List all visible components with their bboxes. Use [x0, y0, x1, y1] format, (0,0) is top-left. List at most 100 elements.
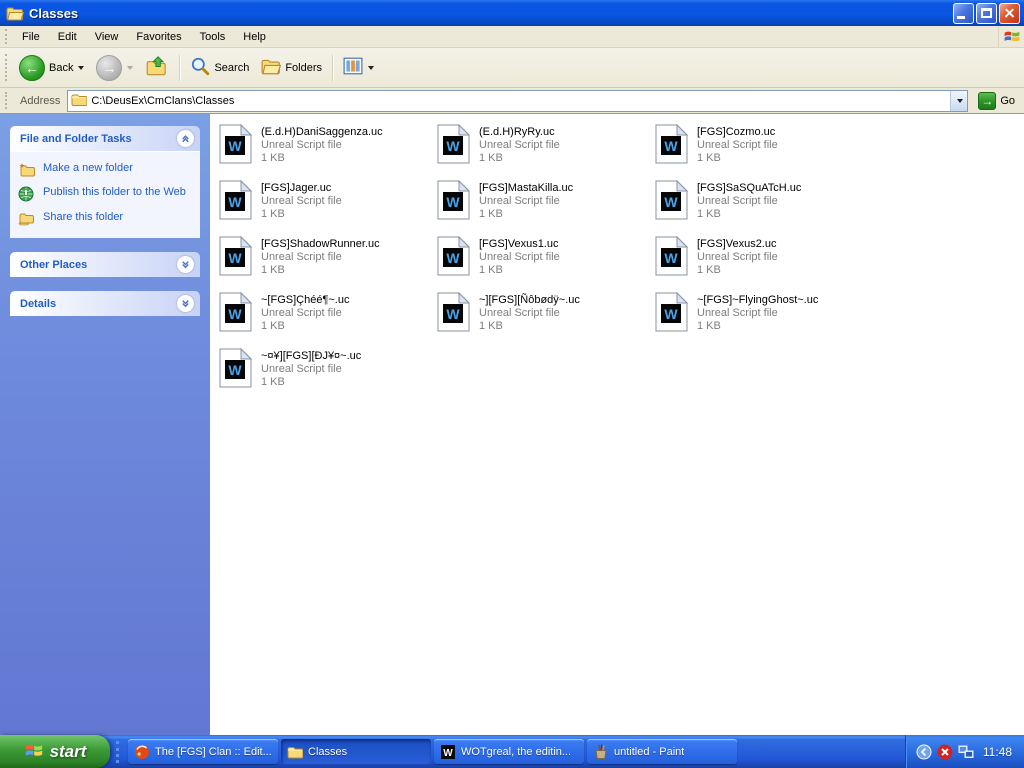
addressbar-drag-handle[interactable]: [5, 92, 10, 110]
folders-icon: [261, 58, 281, 78]
views-dropdown-icon: [368, 66, 374, 70]
chevron-down-icon[interactable]: [177, 256, 194, 273]
forward-button[interactable]: →: [90, 52, 139, 84]
views-icon: [343, 57, 363, 78]
menu-tools[interactable]: Tools: [191, 28, 235, 46]
panel-header-other-places[interactable]: Other Places: [10, 252, 200, 277]
menubar-drag-handle[interactable]: [5, 29, 10, 44]
menu-favorites[interactable]: Favorites: [127, 28, 190, 46]
file-item[interactable]: W ~[FGS]Çhéé¶~.ucUnreal Script file1 KB: [218, 290, 436, 346]
address-input[interactable]: C:\DeusEx\CmClans\Classes: [67, 90, 968, 112]
file-name: [FGS]Cozmo.uc: [697, 126, 778, 139]
unreal-script-file-icon: W: [654, 236, 688, 276]
file-type: Unreal Script file: [697, 139, 778, 152]
file-size: 1 KB: [479, 152, 560, 165]
task-buttons: The [FGS] Clan :: Edit... Classes W WOTg…: [128, 739, 901, 764]
file-item[interactable]: W [FGS]Vexus1.ucUnreal Script file1 KB: [436, 234, 654, 290]
maximize-icon: [981, 8, 992, 18]
taskbar-item-browser[interactable]: The [FGS] Clan :: Edit...: [128, 739, 278, 764]
tray-network-icon[interactable]: [958, 744, 974, 760]
file-name: (E.d.H)RyRy.uc: [479, 126, 560, 139]
taskbar: start The [FGS] Clan :: Edit... Classes …: [0, 735, 1024, 768]
menu-help[interactable]: Help: [234, 28, 275, 46]
explorer-window: Classes File Edit View Favorites Tools H…: [0, 0, 1024, 735]
file-item[interactable]: W (E.d.H)DaniSaggenza.ucUnreal Script fi…: [218, 122, 436, 178]
taskbar-item-paint[interactable]: untitled - Paint: [587, 739, 737, 764]
back-button[interactable]: ← Back: [13, 52, 90, 84]
svg-text:W: W: [664, 250, 678, 266]
taskbar-drag-handle[interactable]: [116, 741, 122, 763]
menu-file[interactable]: File: [13, 28, 49, 46]
file-type: Unreal Script file: [261, 195, 342, 208]
task-pane-sidebar: File and Folder Tasks Make a new folder: [0, 114, 210, 735]
up-folder-icon: [145, 55, 169, 80]
panel-header-file-folder-tasks[interactable]: File and Folder Tasks: [10, 126, 200, 151]
file-type: Unreal Script file: [261, 363, 361, 376]
toolbar: ← Back → Search: [0, 48, 1024, 88]
svg-text:W: W: [228, 362, 242, 378]
file-size: 1 KB: [479, 320, 580, 333]
taskbar-item-wotgreal[interactable]: W WOTgreal, the editin...: [434, 739, 584, 764]
svg-text:W: W: [443, 748, 453, 759]
file-type: Unreal Script file: [697, 307, 818, 320]
file-size: 1 KB: [479, 264, 560, 277]
file-name: [FGS]Vexus1.uc: [479, 238, 560, 251]
unreal-script-file-icon: W: [218, 236, 252, 276]
unreal-script-file-icon: W: [654, 124, 688, 164]
windows-logo-icon: [998, 26, 1024, 47]
start-button[interactable]: start: [0, 735, 110, 768]
folders-button[interactable]: Folders: [255, 55, 328, 81]
menu-view[interactable]: View: [86, 28, 128, 46]
maximize-button[interactable]: [976, 3, 997, 24]
file-name: [FGS]Jager.uc: [261, 182, 342, 195]
menu-bar: File Edit View Favorites Tools Help: [0, 26, 1024, 48]
address-label: Address: [18, 95, 62, 107]
file-name: ~¤¥][FGS][ÐJ¥¤~.uc: [261, 350, 361, 363]
tray-collapse-chevron-icon[interactable]: [916, 744, 932, 760]
file-size: 1 KB: [697, 320, 818, 333]
task-make-new-folder[interactable]: Make a new folder: [18, 162, 192, 177]
file-size: 1 KB: [261, 376, 361, 389]
views-button[interactable]: [337, 54, 380, 81]
file-item[interactable]: W [FGS]Jager.ucUnreal Script file1 KB: [218, 178, 436, 234]
file-type: Unreal Script file: [479, 251, 560, 264]
unreal-script-file-icon: W: [436, 292, 470, 332]
file-tiles: W (E.d.H)DaniSaggenza.ucUnreal Script fi…: [218, 122, 1024, 402]
minimize-button[interactable]: [953, 3, 974, 24]
file-size: 1 KB: [479, 208, 573, 221]
file-size: 1 KB: [261, 152, 383, 165]
unreal-script-file-icon: W: [654, 292, 688, 332]
tray-security-alert-icon[interactable]: [937, 744, 953, 760]
file-name: ~[FGS]~FlyingGhost~.uc: [697, 294, 818, 307]
taskbar-item-classes[interactable]: Classes: [281, 739, 431, 764]
file-item[interactable]: W ~[FGS]~FlyingGhost~.ucUnreal Script fi…: [654, 290, 872, 346]
file-size: 1 KB: [261, 264, 380, 277]
search-button[interactable]: Search: [184, 53, 255, 82]
menu-edit[interactable]: Edit: [49, 28, 86, 46]
file-item[interactable]: W ~¤¥][FGS][ÐJ¥¤~.ucUnreal Script file1 …: [218, 346, 436, 402]
chevron-down-icon[interactable]: [177, 295, 194, 312]
file-item[interactable]: W [FGS]SaSQuATcH.ucUnreal Script file1 K…: [654, 178, 872, 234]
unreal-script-file-icon: W: [436, 124, 470, 164]
up-button[interactable]: [139, 52, 175, 83]
window-body: File and Folder Tasks Make a new folder: [0, 114, 1024, 735]
file-item[interactable]: W [FGS]ShadowRunner.ucUnreal Script file…: [218, 234, 436, 290]
file-item[interactable]: W (E.d.H)RyRy.ucUnreal Script file1 KB: [436, 122, 654, 178]
file-item[interactable]: W ~][FGS][Ñôbødÿ~.ucUnreal Script file1 …: [436, 290, 654, 346]
chevron-up-icon[interactable]: [177, 130, 194, 147]
file-type: Unreal Script file: [479, 195, 573, 208]
address-dropdown-button[interactable]: [950, 91, 967, 111]
window-title: Classes: [29, 6, 953, 21]
file-item[interactable]: W [FGS]MastaKilla.ucUnreal Script file1 …: [436, 178, 654, 234]
task-publish-folder-web[interactable]: Publish this folder to the Web: [18, 186, 192, 202]
unreal-script-file-icon: W: [218, 292, 252, 332]
file-type: Unreal Script file: [697, 195, 801, 208]
panel-header-details[interactable]: Details: [10, 291, 200, 316]
file-item[interactable]: W [FGS]Cozmo.ucUnreal Script file1 KB: [654, 122, 872, 178]
file-item[interactable]: W [FGS]Vexus2.ucUnreal Script file1 KB: [654, 234, 872, 290]
toolbar-drag-handle[interactable]: [5, 54, 10, 81]
task-share-folder[interactable]: Share this folder: [18, 211, 192, 226]
close-button[interactable]: [999, 3, 1020, 24]
go-button[interactable]: → Go: [973, 90, 1020, 112]
taskbar-clock[interactable]: 11:48: [983, 745, 1012, 759]
